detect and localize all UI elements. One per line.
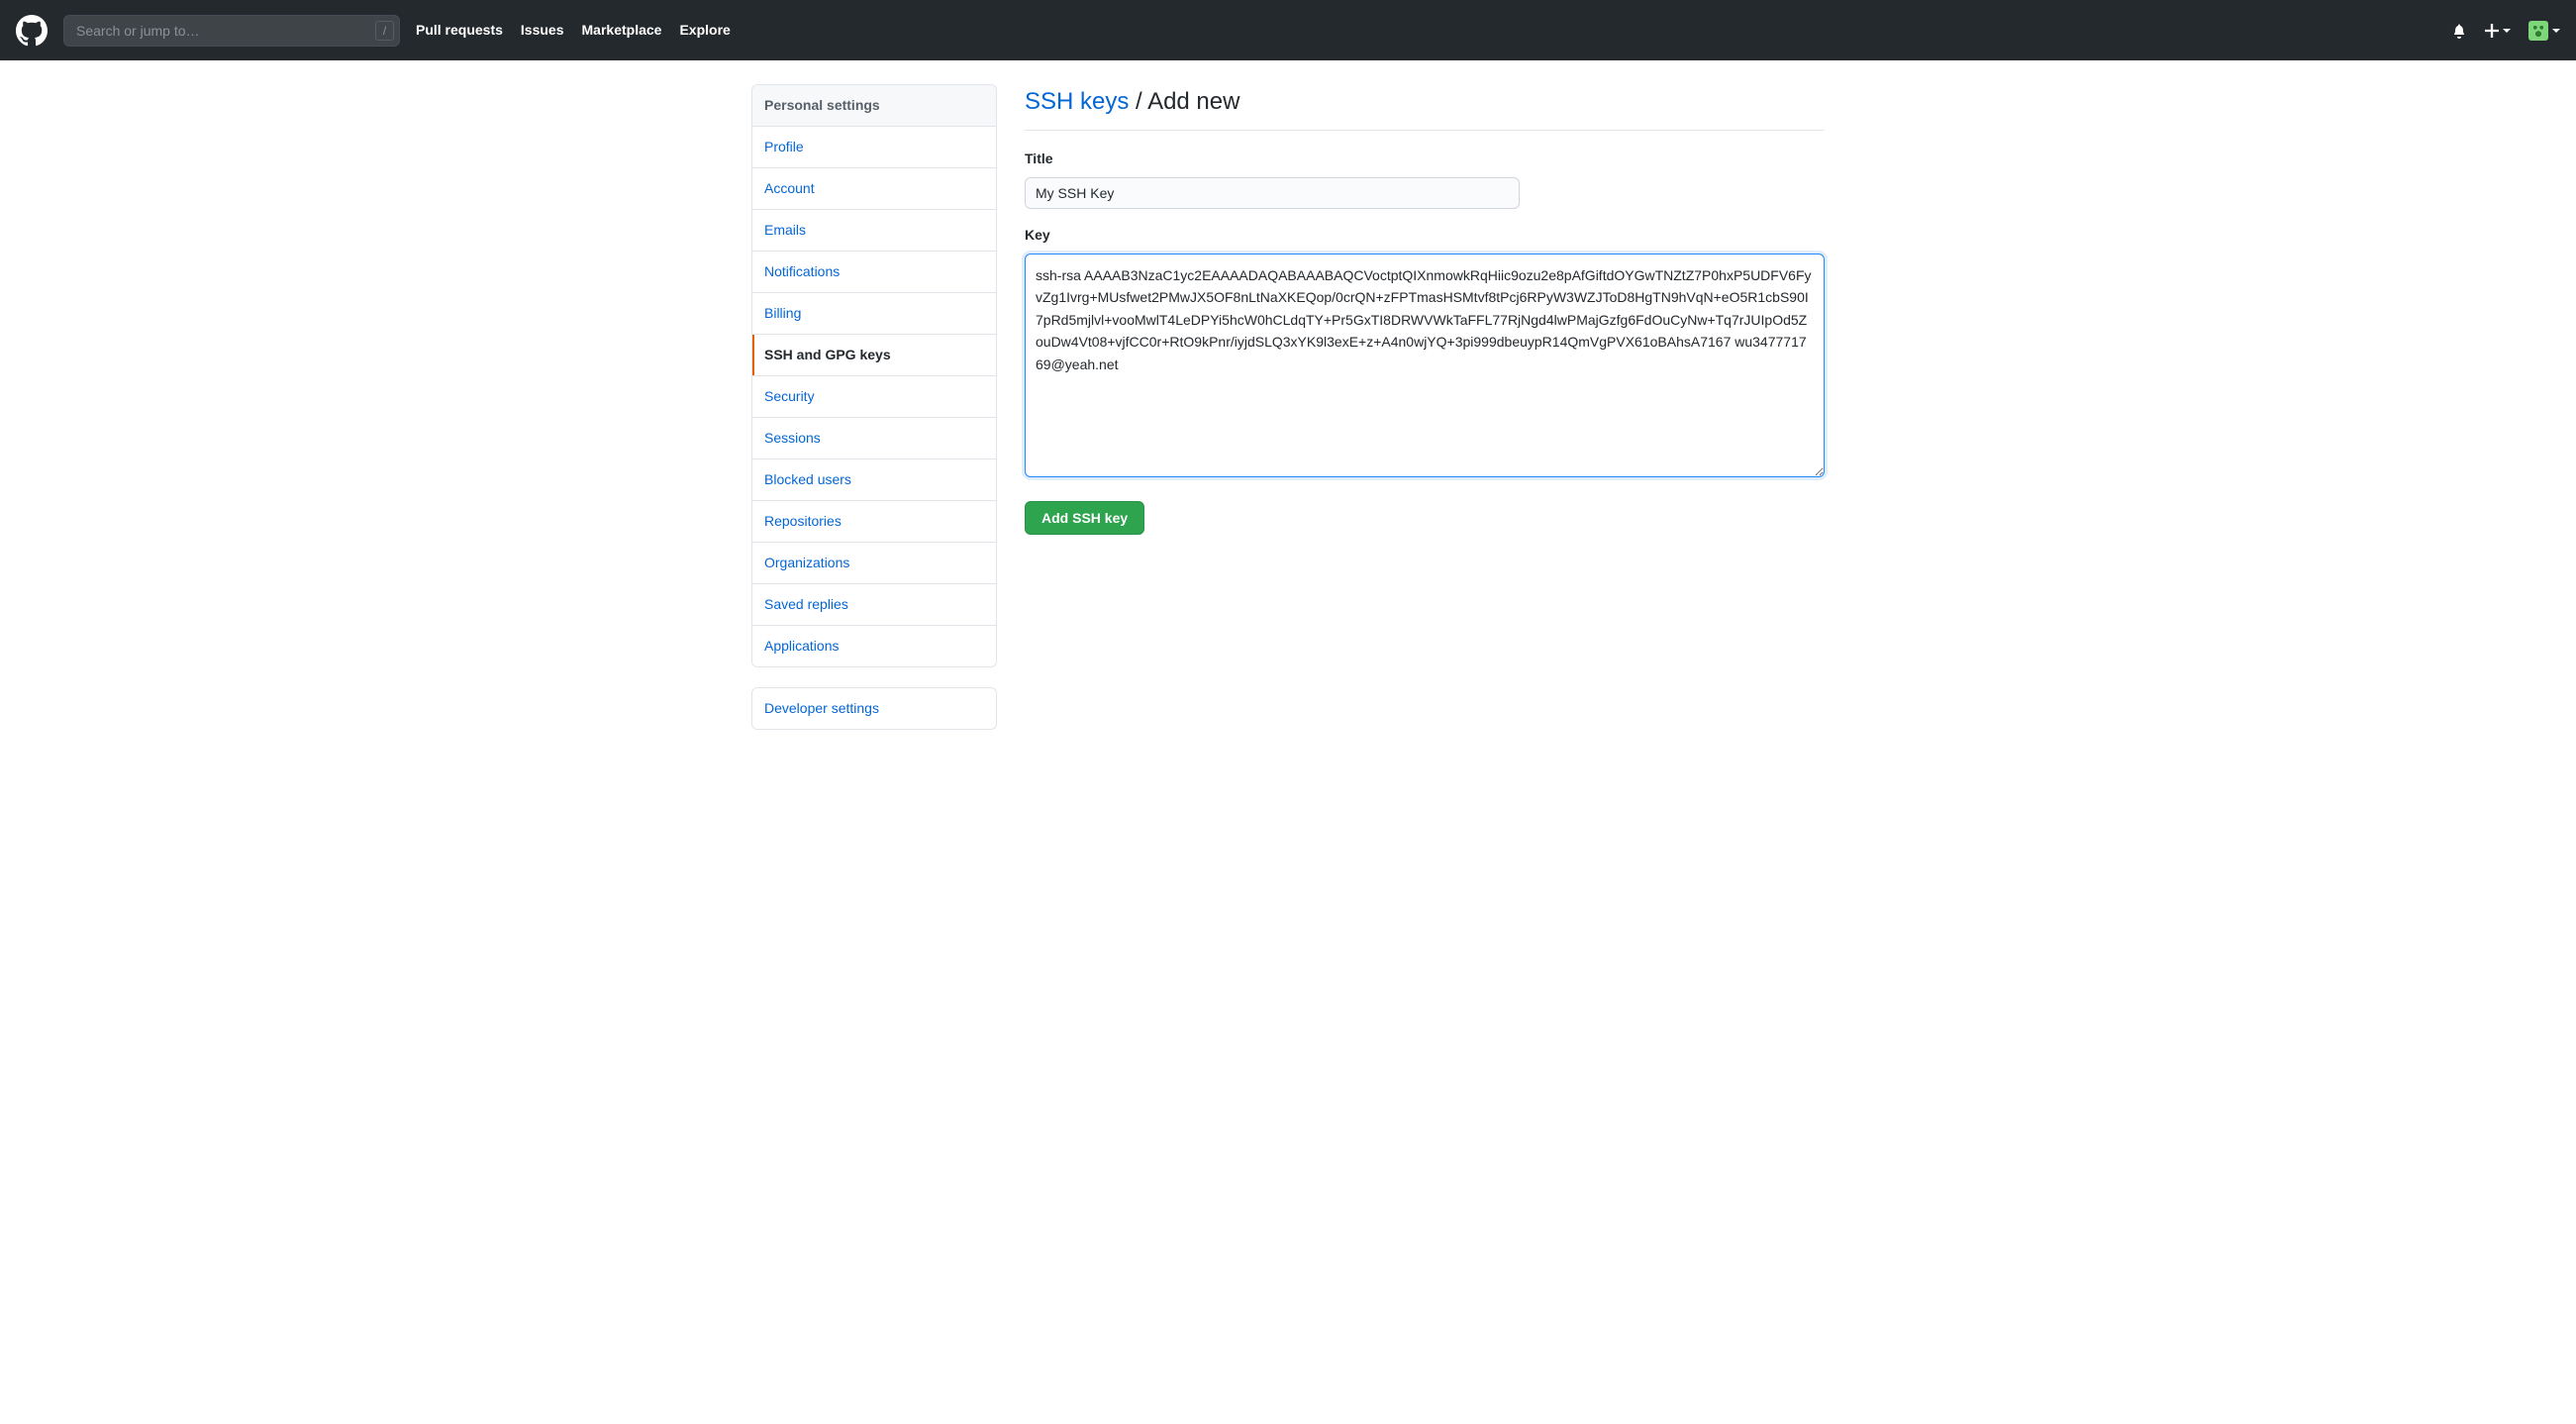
title-label: Title — [1025, 149, 1825, 169]
user-menu[interactable] — [2528, 21, 2560, 41]
github-mark-icon — [16, 15, 48, 47]
caret-down-icon — [2552, 29, 2560, 33]
settings-sidebar: Personal settings Profile Account Emails… — [751, 84, 997, 750]
create-menu[interactable] — [2485, 24, 2511, 38]
sidebar-item-ssh-gpg-keys[interactable]: SSH and GPG keys — [752, 335, 996, 376]
key-label: Key — [1025, 225, 1825, 246]
sidebar-item-repositories[interactable]: Repositories — [752, 501, 996, 543]
search-input[interactable] — [63, 15, 400, 47]
breadcrumb-separator: / — [1129, 88, 1147, 115]
sidebar-item-developer-settings[interactable]: Developer settings — [752, 688, 996, 729]
global-header: / Pull requests Issues Marketplace Explo… — [0, 0, 2576, 60]
sidebar-item-emails[interactable]: Emails — [752, 210, 996, 252]
page-container: Personal settings Profile Account Emails… — [736, 60, 1840, 773]
header-right — [2451, 21, 2560, 41]
primary-nav: Pull requests Issues Marketplace Explore — [416, 20, 731, 41]
sidebar-item-notifications[interactable]: Notifications — [752, 252, 996, 293]
key-textarea[interactable] — [1025, 254, 1825, 477]
bell-icon — [2451, 23, 2467, 39]
nav-explore[interactable]: Explore — [679, 20, 730, 41]
slash-key-hint: / — [375, 21, 394, 41]
caret-down-icon — [2503, 29, 2511, 33]
add-ssh-key-button[interactable]: Add SSH key — [1025, 501, 1144, 535]
sidebar-item-security[interactable]: Security — [752, 376, 996, 418]
github-logo[interactable] — [16, 15, 48, 47]
sidebar-item-saved-replies[interactable]: Saved replies — [752, 584, 996, 626]
nav-pull-requests[interactable]: Pull requests — [416, 20, 503, 41]
nav-issues[interactable]: Issues — [521, 20, 564, 41]
avatar — [2528, 21, 2548, 41]
title-input[interactable] — [1025, 177, 1520, 209]
nav-marketplace[interactable]: Marketplace — [582, 20, 662, 41]
developer-settings-group: Developer settings — [751, 687, 997, 730]
personal-settings-group: Personal settings Profile Account Emails… — [751, 84, 997, 667]
sidebar-item-blocked-users[interactable]: Blocked users — [752, 459, 996, 501]
main-content: SSH keys / Add new Title Key Add SSH key — [1025, 84, 1825, 750]
sidebar-item-profile[interactable]: Profile — [752, 127, 996, 168]
sidebar-item-sessions[interactable]: Sessions — [752, 418, 996, 459]
plus-icon — [2485, 24, 2499, 38]
search-wrap: / — [63, 15, 400, 47]
sidebar-item-billing[interactable]: Billing — [752, 293, 996, 335]
sidebar-heading: Personal settings — [752, 85, 996, 127]
notifications-button[interactable] — [2451, 23, 2467, 39]
breadcrumb-current: Add new — [1147, 88, 1239, 115]
sidebar-item-organizations[interactable]: Organizations — [752, 543, 996, 584]
sidebar-item-applications[interactable]: Applications — [752, 626, 996, 666]
page-title: SSH keys / Add new — [1025, 84, 1825, 131]
sidebar-item-account[interactable]: Account — [752, 168, 996, 210]
breadcrumb-ssh-keys[interactable]: SSH keys — [1025, 88, 1129, 115]
